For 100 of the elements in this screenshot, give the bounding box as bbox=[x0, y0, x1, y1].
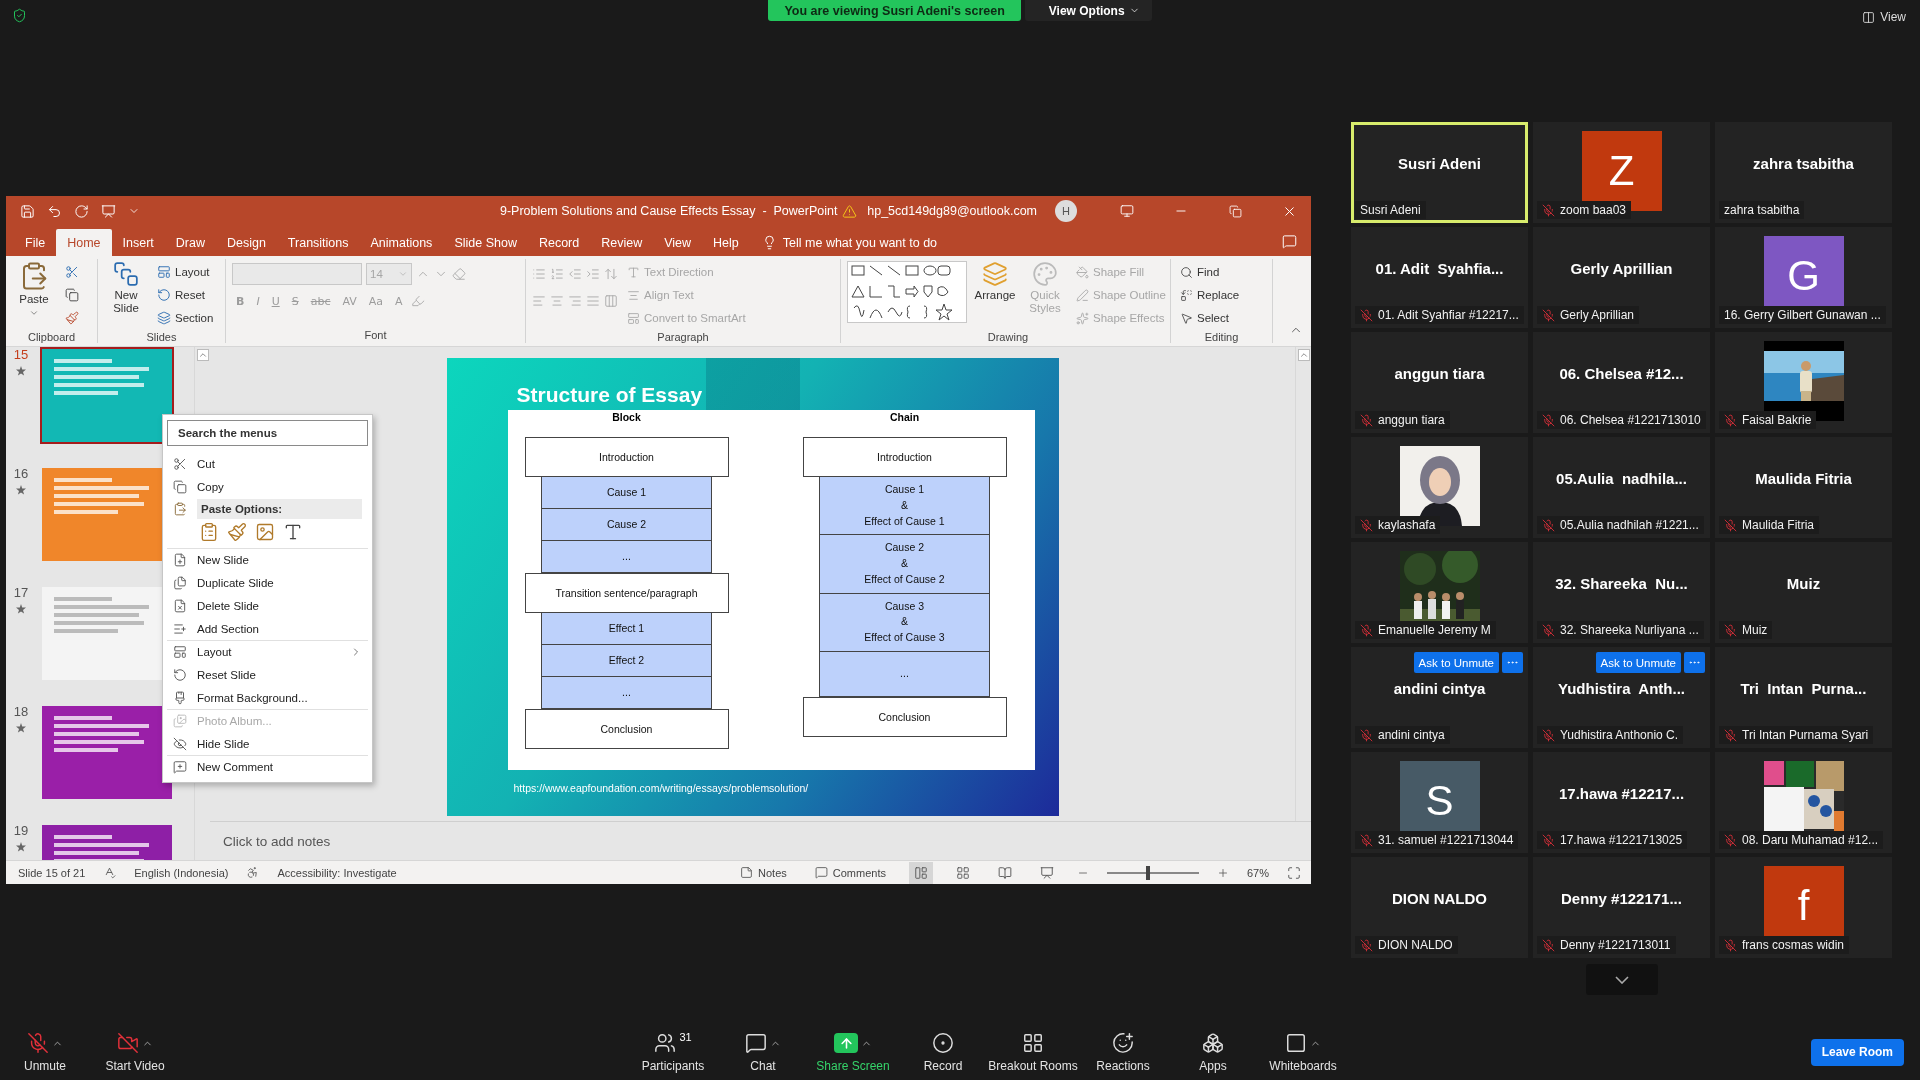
participant-tile[interactable]: 08. Daru Muhamad #12... bbox=[1715, 752, 1892, 853]
normal-view-button[interactable] bbox=[908, 861, 933, 884]
scrollbar[interactable] bbox=[1295, 347, 1311, 821]
participant-tile[interactable]: G 16. Gerry Gilbert Gunawan ... bbox=[1715, 227, 1892, 328]
participant-tile[interactable]: 06. Chelsea #12... 06. Chelsea #1221713010 bbox=[1533, 332, 1710, 433]
ribbon-tab[interactable]: View bbox=[653, 229, 703, 256]
participant-name: Denny #122171... bbox=[1561, 890, 1682, 907]
view-button[interactable]: View bbox=[1862, 10, 1906, 24]
ribbon-tab[interactable]: Insert bbox=[111, 229, 165, 256]
toolbar-button[interactable]: Unmute bbox=[0, 1031, 90, 1073]
participant-tile[interactable]: Z zoom baa03 bbox=[1533, 122, 1710, 223]
account-avatar[interactable]: H bbox=[1055, 200, 1077, 222]
comment-icon bbox=[814, 866, 828, 879]
more-button[interactable] bbox=[1502, 652, 1523, 673]
participant-tile[interactable]: Denny #122171... Denny #1221713011 bbox=[1533, 857, 1710, 958]
shapes-gallery[interactable] bbox=[847, 261, 967, 323]
tell-me-field[interactable]: Tell me what you want to do bbox=[755, 229, 944, 256]
menu-search-field[interactable]: Search the menus bbox=[167, 420, 368, 446]
menu-item[interactable]: Duplicate Slide bbox=[167, 571, 368, 594]
ribbon-button[interactable]: Reset bbox=[154, 284, 217, 306]
participant-tile[interactable]: 17.hawa #12217... 17.hawa #1221713025 bbox=[1533, 752, 1710, 853]
font-name-field[interactable] bbox=[232, 263, 362, 285]
language-label[interactable]: English (Indonesia) bbox=[134, 866, 229, 879]
new-slide-button[interactable]: New Slide bbox=[104, 259, 148, 318]
participant-tile[interactable]: Muiz Muiz bbox=[1715, 542, 1892, 643]
participant-name: anggun tiara bbox=[1394, 365, 1485, 382]
zoom-in-icon[interactable] bbox=[1216, 866, 1229, 879]
fit-icon[interactable] bbox=[1287, 865, 1301, 880]
participant-tile[interactable]: Gerly Aprillian Gerly Aprillian bbox=[1533, 227, 1710, 328]
present-icon[interactable] bbox=[101, 203, 116, 219]
toolbar-button[interactable]: Apps bbox=[1168, 1031, 1258, 1073]
slide-thumbnail[interactable] bbox=[40, 347, 174, 444]
toolbar-button[interactable]: Share Screen bbox=[808, 1031, 898, 1073]
ribbon-button[interactable]: Find bbox=[1177, 261, 1243, 283]
save-icon[interactable] bbox=[20, 203, 35, 219]
participant-tile[interactable]: anggun tiara anggun tiara bbox=[1351, 332, 1528, 433]
menu-item[interactable]: Copy bbox=[167, 475, 368, 498]
participant-tile[interactable]: Faisal Bakrie bbox=[1715, 332, 1892, 433]
paste-option-icon[interactable] bbox=[283, 522, 303, 542]
paste-button[interactable]: Paste bbox=[12, 259, 56, 321]
participant-tile[interactable]: kaylashafa bbox=[1351, 437, 1528, 538]
participant-tile[interactable]: zahra tsabitha zahra tsabitha bbox=[1715, 122, 1892, 223]
accessibility-label[interactable]: Accessibility: Investigate bbox=[277, 866, 397, 879]
ribbon-tab[interactable]: Review bbox=[590, 229, 654, 256]
view-options-button[interactable]: View Options bbox=[1024, 0, 1152, 21]
ribbon-tab[interactable]: Draw bbox=[164, 229, 216, 256]
ask-to-unmute-button[interactable]: Ask to Unmute bbox=[1413, 652, 1499, 673]
participant-tile[interactable]: 05.Aulia nadhila... 05.Aulia nadhilah #1221... bbox=[1533, 437, 1710, 538]
participant-tile[interactable]: Susri Adeni Susri Adeni bbox=[1351, 122, 1528, 223]
menu-item[interactable]: Format Background... bbox=[167, 686, 368, 709]
participant-tile[interactable]: Ask to Unmute andini cintya andini cintya bbox=[1351, 647, 1528, 748]
toolbar-button[interactable]: Record bbox=[898, 1031, 988, 1073]
ribbon-tab[interactable]: File bbox=[14, 229, 57, 256]
notes-icon bbox=[740, 866, 754, 879]
menu-item[interactable]: Delete Slide bbox=[167, 594, 368, 617]
leave-room-button[interactable]: Leave Room bbox=[1810, 1038, 1904, 1066]
notes-placeholder[interactable]: Click to add notes bbox=[210, 822, 1311, 860]
toolbar-button[interactable]: Start Video bbox=[90, 1031, 180, 1073]
ribbon-tab[interactable]: Help bbox=[702, 229, 750, 256]
ribbon-button[interactable]: Select bbox=[1177, 307, 1243, 329]
menu-item[interactable]: New Comment bbox=[167, 755, 368, 778]
zoom-percent[interactable]: 67% bbox=[1246, 866, 1269, 879]
more-button[interactable] bbox=[1684, 652, 1705, 673]
ask-to-unmute-button[interactable]: Ask to Unmute bbox=[1595, 652, 1681, 673]
notes-button[interactable]: Notes bbox=[735, 861, 792, 884]
menu-item[interactable]: Layout bbox=[167, 640, 368, 663]
ribbon-tab[interactable]: Slide Show bbox=[443, 229, 528, 256]
toolbar-button[interactable]: Chat bbox=[718, 1031, 808, 1073]
participant-tile[interactable]: 32. Shareeka Nu... 32. Shareeka Nurliyana ... bbox=[1533, 542, 1710, 643]
participant-tile[interactable]: Emanuelle Jeremy M bbox=[1351, 542, 1528, 643]
toolbar-button[interactable]: Breakout Rooms bbox=[988, 1031, 1078, 1073]
ribbon-button[interactable]: Section bbox=[154, 307, 217, 329]
participant-tile[interactable]: DION NALDO DION NALDO bbox=[1351, 857, 1528, 958]
participant-tile[interactable]: Maulida Fitria Maulida Fitria bbox=[1715, 437, 1892, 538]
arrange-button[interactable]: Arrange bbox=[973, 259, 1017, 305]
comments-button[interactable]: Comments bbox=[809, 861, 891, 884]
menu-item[interactable]: Reset Slide bbox=[167, 663, 368, 686]
toolbar-button[interactable]: Reactions bbox=[1078, 1031, 1168, 1073]
ribbon-tab[interactable]: Record bbox=[527, 229, 591, 256]
ribbon-tab[interactable]: Transitions bbox=[276, 229, 360, 256]
menu-item[interactable]: Cut bbox=[167, 452, 368, 475]
redo-icon[interactable] bbox=[74, 203, 89, 219]
participant-tile[interactable]: 01. Adit Syahfia... 01. Adit Syahfiar #12217... bbox=[1351, 227, 1528, 328]
menu-item[interactable]: Add Section bbox=[167, 617, 368, 640]
participant-tile[interactable]: Ask to Unmute Yudhistira Anth... Yudhistira Anthonio C. bbox=[1533, 647, 1710, 748]
participant-tile[interactable]: S 31. samuel #1221713044 bbox=[1351, 752, 1528, 853]
ribbon-button[interactable]: Replace bbox=[1177, 284, 1243, 306]
participant-tile[interactable]: f frans cosmas widin bbox=[1715, 857, 1892, 958]
participant-tile[interactable]: Tri Intan Purna... Tri Intan Purnama Syari bbox=[1715, 647, 1892, 748]
ribbon-tab[interactable]: Design bbox=[215, 229, 277, 256]
menu-item[interactable]: Hide Slide bbox=[167, 732, 368, 755]
menu-item[interactable]: New Slide bbox=[167, 548, 368, 571]
zoom-thumb[interactable] bbox=[1146, 865, 1151, 880]
toolbar-button[interactable]: Whiteboards bbox=[1258, 1031, 1348, 1073]
ribbon-tab[interactable]: Animations bbox=[359, 229, 444, 256]
ribbon-button[interactable]: Layout bbox=[154, 261, 217, 283]
undo-icon[interactable] bbox=[47, 203, 62, 219]
toolbar-button[interactable]: 31 Participants bbox=[628, 1031, 718, 1073]
shield-icon[interactable] bbox=[12, 8, 27, 23]
ribbon-tab[interactable]: Home bbox=[56, 229, 112, 256]
